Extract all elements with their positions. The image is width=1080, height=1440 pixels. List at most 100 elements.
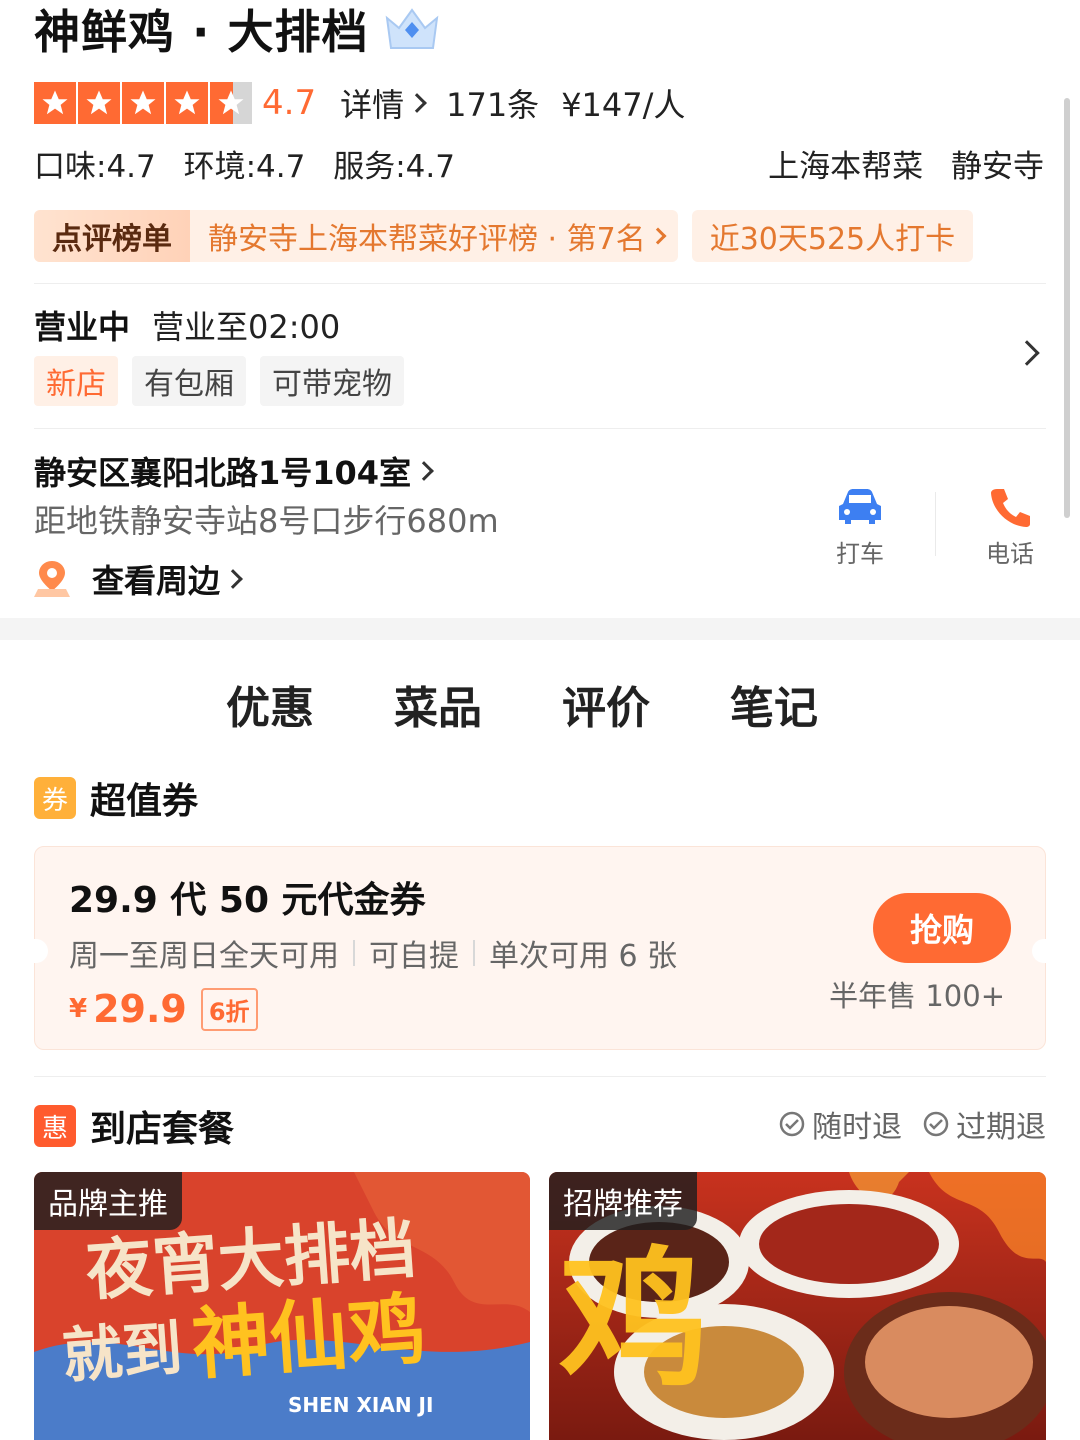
tag-new-store: 新店: [34, 356, 118, 406]
guarantee-label: 过期退: [956, 1110, 1046, 1145]
guarantee-expired-refund: 过期退: [922, 1102, 1046, 1146]
tab-dishes[interactable]: 菜品: [394, 672, 482, 736]
guarantee-anytime-refund: 随时退: [778, 1102, 902, 1146]
package-card-signature[interactable]: 鸡 招牌推荐: [549, 1172, 1046, 1440]
detail-link[interactable]: 详情: [340, 80, 427, 126]
rating-score: 4.7: [262, 83, 317, 123]
hours-row[interactable]: 营业中 营业至02:00: [34, 302, 340, 348]
guarantee-label: 随时退: [812, 1110, 902, 1145]
taste-score: 口味:4.7: [34, 148, 156, 185]
environment-score: 环境:4.7: [183, 148, 306, 185]
feature-tags: 新店 有包厢 可带宠物: [34, 356, 404, 406]
currency-symbol: ¥: [69, 994, 88, 1024]
area: 静安寺: [951, 148, 1044, 185]
phone-icon: [991, 489, 1030, 527]
chevron-right-icon: [407, 93, 427, 113]
tab-reviews[interactable]: 评价: [562, 672, 650, 736]
coupon-card[interactable]: 29.9 代 50 元代金券 周一至周日全天可用 可自提 单次可用 6 张 ¥ …: [34, 846, 1046, 1050]
service-score: 服务:4.7: [333, 148, 455, 185]
tab-notes[interactable]: 笔记: [730, 672, 818, 736]
poster-line2a: 就到: [60, 1314, 185, 1392]
half-star-icon: [210, 82, 252, 124]
ranking-text: 静安寺上海本帮菜好评榜 · 第7名: [190, 214, 678, 258]
tab-deals[interactable]: 优惠: [222, 672, 318, 742]
sub-info-row: 口味:4.7 环境:4.7 服务:4.7 上海本帮菜 静安寺: [34, 140, 1044, 186]
chevron-right-icon: [414, 461, 434, 481]
coupon-title: 29.9 代 50 元代金券: [69, 880, 426, 921]
nearby-link[interactable]: 查看周边: [34, 556, 243, 602]
review-count[interactable]: 171条: [446, 80, 539, 126]
detail-label: 详情: [340, 86, 405, 124]
coupon-limit: 单次可用 6 张: [489, 939, 678, 974]
rating-row: 4.7 详情 171条 ¥147/人: [34, 80, 685, 126]
address: 静安区襄阳北路1号104室: [34, 454, 412, 492]
coupon-usage-days: 周一至周日全天可用: [69, 939, 339, 974]
coupon-icon: 券: [34, 777, 76, 819]
sub-scores: 口味:4.7 环境:4.7 服务:4.7: [34, 141, 473, 186]
poster-line2b: 神仙鸡: [189, 1285, 429, 1391]
taxi-label: 打车: [836, 540, 884, 568]
poster-overlay-char: 鸡: [559, 1234, 709, 1408]
package-icon: 惠: [34, 1105, 76, 1147]
star-icon: [122, 82, 164, 124]
address-link[interactable]: 静安区襄阳北路1号104室: [34, 448, 434, 494]
ranking-banner[interactable]: 点评榜单 静安寺上海本帮菜好评榜 · 第7名: [34, 210, 678, 262]
discount-badge: 6折: [200, 987, 258, 1031]
poster-subtitle: SHEN XIAN JI: [288, 1393, 433, 1417]
nearby-label: 查看周边: [92, 562, 221, 600]
card-tag: 招牌推荐: [549, 1172, 697, 1230]
buy-button[interactable]: 抢购: [873, 893, 1011, 963]
check-circle-icon: [779, 1111, 805, 1137]
diamond-crown-icon: [385, 8, 438, 49]
coupon-conditions: 周一至周日全天可用 可自提 单次可用 6 张: [69, 931, 677, 975]
divider: [34, 1076, 1046, 1077]
metro-distance: 距地铁静安寺站8号口步行680m: [34, 502, 499, 540]
chevron-right-icon[interactable]: [1014, 340, 1040, 366]
car-icon: [839, 489, 881, 524]
star-icon: [78, 82, 120, 124]
ranking-badge: 点评榜单: [34, 210, 190, 262]
separator: [473, 940, 475, 966]
category-info: 上海本帮菜 静安寺: [750, 141, 1044, 186]
star-rating: [34, 82, 252, 124]
checkin-badge[interactable]: 近30天525人打卡: [691, 210, 974, 262]
star-icon: [166, 82, 208, 124]
price-per-person: ¥147/人: [561, 86, 686, 124]
shop-header: 神鲜鸡 · 大排档: [34, 0, 441, 62]
divider: [34, 428, 1046, 429]
guarantees: 随时退 过期退: [778, 1102, 1046, 1146]
ranking-label: 静安寺上海本帮菜好评榜 · 第7名: [208, 222, 646, 257]
cuisine: 上海本帮菜: [768, 148, 924, 185]
sold-count: 半年售 100+: [829, 979, 1005, 1013]
phone-button[interactable]: 电话: [960, 486, 1060, 569]
divider: [935, 492, 936, 556]
tag-private-room: 有包厢: [132, 356, 246, 406]
location-pin-icon: [34, 561, 70, 597]
divider: [34, 283, 1046, 284]
phone-label: 电话: [986, 540, 1034, 568]
open-status: 营业中: [34, 308, 131, 346]
card-tag: 品牌主推: [34, 1172, 182, 1230]
coupon-price-value: 29.9: [93, 987, 187, 1031]
check-circle-icon: [923, 1111, 949, 1137]
scrollbar[interactable]: [1064, 98, 1070, 518]
coupon-notch: [34, 939, 48, 963]
chevron-right-icon: [223, 569, 243, 589]
package-section-header: 惠 到店套餐: [34, 1100, 234, 1152]
coupon-section-title: 超值券: [90, 781, 199, 822]
separator: [353, 940, 355, 966]
star-icon: [34, 82, 76, 124]
package-card-brand[interactable]: 夜宵大排档 就到 神仙鸡 SHEN XIAN JI 品牌主推: [34, 1172, 530, 1440]
tag-pet-friendly: 可带宠物: [260, 356, 404, 406]
ranking-row: 点评榜单 静安寺上海本帮菜好评榜 · 第7名 近30天525人打卡: [34, 210, 974, 262]
tab-bar: 优惠 菜品 评价 笔记: [222, 672, 898, 742]
shop-name: 神鲜鸡 · 大排档: [34, 5, 369, 59]
package-section-title: 到店套餐: [90, 1109, 235, 1150]
business-hours: 营业至02:00: [152, 308, 341, 346]
taxi-button[interactable]: 打车: [810, 486, 910, 569]
coupon-section-header: 券 超值券: [34, 772, 198, 824]
section-gap: [0, 618, 1080, 640]
coupon-notch: [1032, 939, 1046, 963]
coupon-price: ¥ 29.9 6折: [69, 987, 258, 1031]
coupon-pickup: 可自提: [369, 939, 459, 974]
